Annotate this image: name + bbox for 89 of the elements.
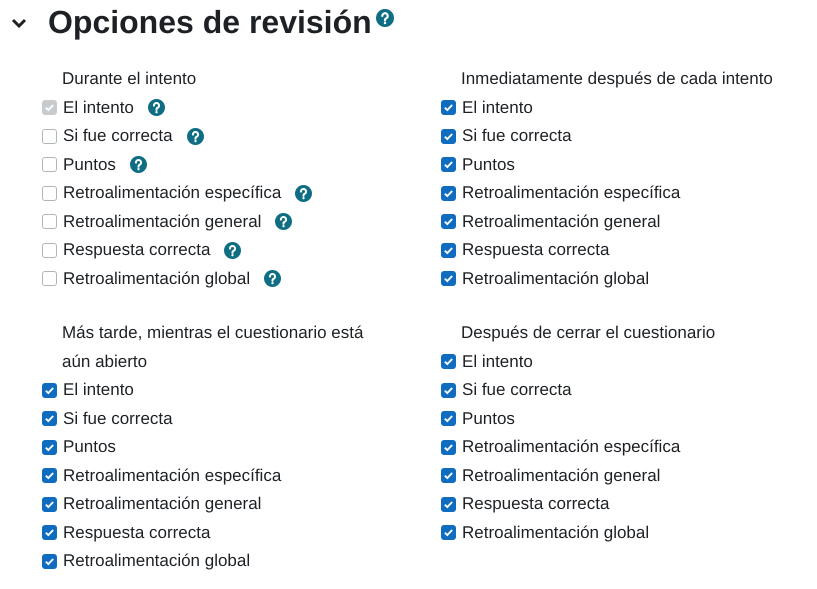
checkbox-label: El intento xyxy=(462,98,533,118)
checkmark-icon xyxy=(443,527,454,538)
checkmark-icon xyxy=(443,470,454,482)
checkbox-label: Retroalimentación general xyxy=(63,494,262,514)
checkmark-icon xyxy=(44,102,55,114)
help-icon[interactable] xyxy=(224,242,242,259)
checkbox[interactable] xyxy=(42,382,57,398)
checkbox-label: Retroalimentación específica xyxy=(462,437,680,458)
checkmark-icon xyxy=(44,442,55,453)
checkmark-icon xyxy=(443,159,454,170)
checkbox-label: Si fue correcta xyxy=(63,126,173,146)
checkbox-label: Retroalimentación general xyxy=(462,466,660,486)
checkmark-icon xyxy=(443,244,454,256)
checkbox[interactable] xyxy=(441,411,456,426)
group-heading: Más tarde, mientras el cuestionario está aún abierto xyxy=(61,322,364,372)
checkbox[interactable] xyxy=(42,525,57,540)
checkbox-label: Puntos xyxy=(462,154,515,175)
checkmark-icon xyxy=(443,498,454,510)
help-icon[interactable] xyxy=(275,213,292,230)
checkbox-label: Si fue correcta xyxy=(462,126,572,146)
group-heading: Inmediatamente después de cada intento xyxy=(460,68,774,90)
checkbox[interactable] xyxy=(441,382,456,398)
checkmark-icon xyxy=(443,413,454,424)
checkmark-icon xyxy=(443,102,454,114)
checkbox-label: Respuesta correcta xyxy=(63,240,210,260)
checkbox-label: Retroalimentación general xyxy=(63,212,262,232)
checkmark-icon xyxy=(44,498,55,510)
checkmark-icon xyxy=(443,384,454,396)
help-icon[interactable] xyxy=(295,184,312,202)
checkbox[interactable] xyxy=(441,440,456,455)
checkbox-label: Retroalimentación global xyxy=(462,522,650,543)
checkbox-label: Retroalimentación específica xyxy=(63,183,282,204)
checkbox[interactable] xyxy=(441,214,456,230)
checkbox-label: El intento xyxy=(63,98,134,118)
checkbox-label: Puntos xyxy=(63,154,116,175)
group-heading: Durante el intento xyxy=(61,68,198,90)
checkbox[interactable] xyxy=(42,440,57,455)
checkbox-label: Retroalimentación general xyxy=(462,212,660,232)
checkbox[interactable] xyxy=(441,496,456,512)
checkbox[interactable] xyxy=(42,214,57,230)
checkbox-label: Retroalimentación específica xyxy=(63,466,282,486)
help-icon[interactable] xyxy=(186,128,204,145)
checkbox-label: El intento xyxy=(63,380,134,400)
checkbox[interactable] xyxy=(42,242,57,258)
checkmark-icon xyxy=(443,216,454,228)
checkbox-label: Si fue correcta xyxy=(63,408,173,429)
help-icon[interactable] xyxy=(130,156,147,174)
checkmark-icon xyxy=(443,188,454,199)
checkbox[interactable] xyxy=(42,271,57,286)
checkmark-icon xyxy=(443,356,454,368)
checkbox[interactable] xyxy=(42,157,57,172)
checkbox[interactable] xyxy=(42,468,57,484)
help-icon[interactable] xyxy=(376,8,394,26)
checkbox-label: Si fue correcta xyxy=(462,380,572,400)
checkbox[interactable] xyxy=(441,128,456,144)
checkmark-icon xyxy=(44,527,55,538)
checkbox-label: Puntos xyxy=(63,437,116,458)
checkbox-label: Retroalimentación específica xyxy=(462,183,680,204)
checkbox[interactable] xyxy=(42,496,57,512)
checkmark-icon xyxy=(44,470,55,482)
checkmark-icon xyxy=(44,413,55,424)
checkbox-label: Retroalimentación global xyxy=(63,551,250,572)
checkmark-icon xyxy=(44,556,55,567)
section-title: Opciones de revisión xyxy=(48,4,372,41)
checkbox[interactable] xyxy=(441,186,456,201)
checkmark-icon xyxy=(443,442,454,453)
checkbox[interactable] xyxy=(42,186,57,201)
checkbox[interactable] xyxy=(441,525,456,540)
checkbox[interactable] xyxy=(42,128,57,144)
checkbox[interactable] xyxy=(441,100,456,116)
checkbox-label: Respuesta correcta xyxy=(462,240,610,260)
checkmark-icon xyxy=(443,273,454,284)
checkbox[interactable] xyxy=(441,242,456,258)
checkbox-label: El intento xyxy=(462,352,533,372)
checkbox[interactable] xyxy=(441,468,456,484)
checkbox[interactable] xyxy=(42,411,57,426)
checkbox-label: Retroalimentación global xyxy=(462,268,650,289)
checkbox-label: Respuesta correcta xyxy=(462,494,610,514)
checkbox-label: Retroalimentación global xyxy=(63,268,250,289)
checkbox[interactable] xyxy=(441,354,456,370)
checkmark-icon xyxy=(44,384,55,396)
help-icon[interactable] xyxy=(264,270,282,288)
checkmark-icon xyxy=(443,130,454,142)
checkbox-label: Puntos xyxy=(462,408,515,429)
group-heading: Después de cerrar el cuestionario xyxy=(460,322,716,344)
checkbox[interactable] xyxy=(441,271,456,286)
checkbox[interactable] xyxy=(42,554,57,569)
checkbox[interactable] xyxy=(441,157,456,172)
checkbox-label: Respuesta correcta xyxy=(63,522,210,543)
